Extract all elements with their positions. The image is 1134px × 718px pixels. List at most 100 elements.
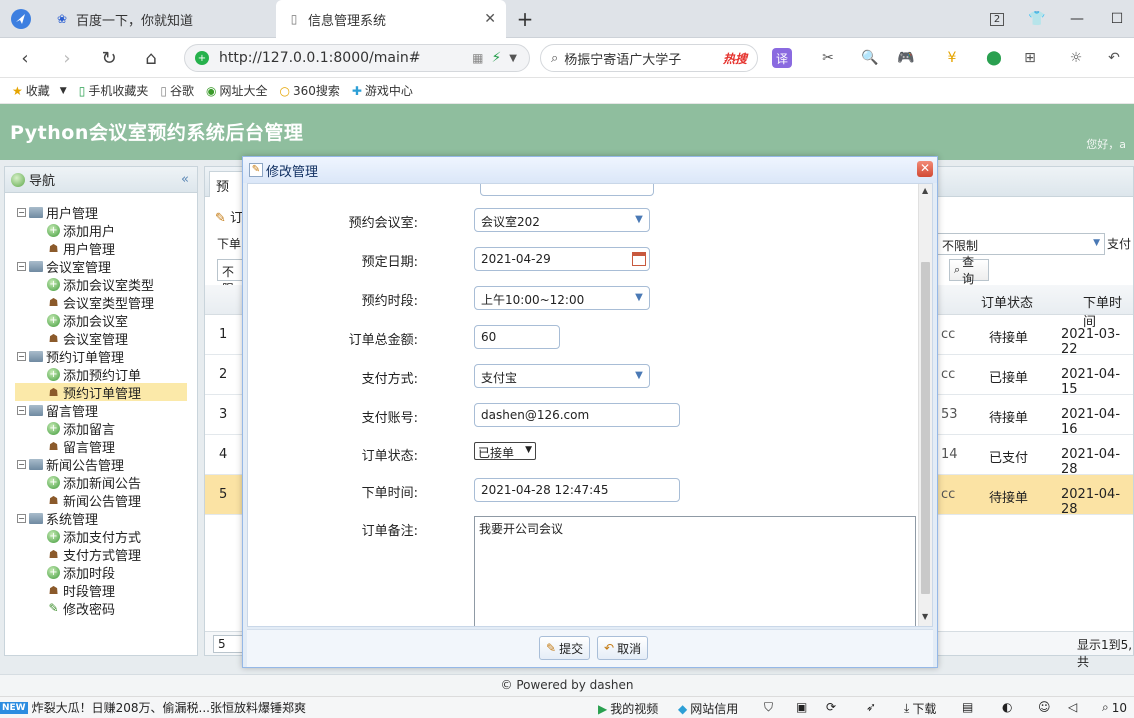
collapse-toggle-icon[interactable]: − <box>17 351 26 361</box>
my-videos[interactable]: ▶ 我的视频 <box>598 700 658 717</box>
scissors-icon[interactable]: ✂ <box>816 46 840 70</box>
grid-icon[interactable]: ⊞ <box>1018 46 1042 70</box>
collapse-toggle-icon[interactable]: − <box>17 261 26 271</box>
shield-icon[interactable]: ⛉ <box>764 700 773 715</box>
tree-group[interactable]: − 会议室管理 <box>17 257 111 276</box>
tree-group[interactable]: − 留言管理 <box>17 401 98 420</box>
maximize-icon[interactable]: ☐ <box>1104 6 1130 32</box>
room-select[interactable]: 会议室202 ▼ <box>474 208 650 232</box>
collapse-toggle-icon[interactable]: − <box>17 513 26 523</box>
tree-group[interactable]: − 预约订单管理 <box>17 347 124 366</box>
tab-info-system[interactable]: ▯ 信息管理系统 ✕ <box>276 0 506 38</box>
tree-group[interactable]: − 系统管理 <box>17 509 98 528</box>
reload-icon[interactable]: ↻ <box>96 45 122 71</box>
tree-item[interactable]: ☗ 新闻公告管理 <box>47 491 141 510</box>
scroll-up-icon[interactable]: ▲ <box>922 186 928 195</box>
search-box[interactable]: ⌕ 杨振宁寄语广大学子 热搜 <box>540 44 758 72</box>
account-label: 支付账号: <box>361 411 418 426</box>
toolbar-edit[interactable]: ✎ 订 <box>215 207 243 226</box>
amount-input[interactable]: 60 <box>474 325 560 349</box>
status-select[interactable]: 已接单 ▼ <box>474 442 536 460</box>
image-icon[interactable]: ▣ <box>796 700 807 714</box>
coin-icon[interactable]: ¥ <box>940 46 964 70</box>
submit-button[interactable]: ✎ 提交 <box>539 636 591 660</box>
query-button[interactable]: ⌕ 查询 <box>949 255 989 286</box>
collapse-toggle-icon[interactable]: − <box>17 459 26 469</box>
rocket-icon[interactable]: ➶ <box>866 700 876 714</box>
qr-icon[interactable]: ▦ <box>472 51 483 65</box>
user-icon[interactable]: ☺ <box>1038 700 1051 714</box>
tree-item[interactable]: ☗ 时段管理 <box>47 581 115 600</box>
browser-logo-icon[interactable] <box>8 6 34 32</box>
brightness-icon[interactable]: ☼ <box>1064 46 1088 70</box>
tree-item[interactable]: + 添加会议室 <box>47 311 128 330</box>
translate-icon[interactable]: 译 <box>772 48 792 68</box>
magnifier-icon[interactable]: 🔍 <box>858 46 882 70</box>
cancel-button[interactable]: ↶ 取消 <box>597 636 649 660</box>
remark-textarea[interactable]: 我要开公司会议 <box>474 516 916 626</box>
volume-icon[interactable]: ◁ <box>1068 700 1077 714</box>
partial-field[interactable] <box>480 184 654 196</box>
tree-item[interactable]: + 添加用户 <box>47 221 115 240</box>
status-filter-select[interactable]: 不限制 ▼ <box>935 233 1105 255</box>
tree-item[interactable]: ☗ 会议室类型管理 <box>47 293 154 312</box>
tree-item[interactable]: ✎ 修改密码 <box>47 599 115 618</box>
tree-group[interactable]: − 用户管理 <box>17 203 98 222</box>
tree-item[interactable]: + 添加留言 <box>47 419 115 438</box>
date-input[interactable]: 2021-04-29 <box>474 247 650 271</box>
tree-item[interactable]: + 添加支付方式 <box>47 527 142 546</box>
tree-item[interactable]: ☗ 预约订单管理 <box>15 383 187 402</box>
dialog-scrollbar[interactable]: ▲ ▼ <box>918 184 932 626</box>
tab-baidu[interactable]: ❀ 百度一下，你就知道 <box>44 0 274 38</box>
scroll-thumb[interactable] <box>921 262 930 594</box>
tree-item[interactable]: ☗ 会议室管理 <box>47 329 128 348</box>
lightning-icon[interactable]: ⚡ <box>491 50 501 66</box>
chevron-down-icon[interactable]: ▼ <box>509 53 517 64</box>
tree-item[interactable]: ☗ 用户管理 <box>47 239 115 258</box>
account-input[interactable]: dashen@126.com <box>474 403 680 427</box>
download[interactable]: ⤓ 下载 <box>904 700 936 717</box>
scroll-down-icon[interactable]: ▼ <box>922 612 928 621</box>
undo-icon[interactable]: ↶ <box>1102 46 1126 70</box>
tool-icon[interactable]: ◐ <box>1002 700 1012 714</box>
minimize-icon[interactable]: — <box>1064 6 1090 32</box>
site-credit[interactable]: ◆ 网站信用 <box>678 700 738 717</box>
slot-select[interactable]: 上午10:00~12:00 ▼ <box>474 286 650 310</box>
order-time-input[interactable]: 2021-04-28 12:47:45 <box>474 478 680 502</box>
refresh-icon[interactable]: ⟳ <box>826 700 836 714</box>
back-icon[interactable]: ‹ <box>12 45 38 71</box>
collapse-icon[interactable]: « <box>181 172 189 187</box>
shield-check-icon[interactable]: ⬤ <box>982 46 1006 70</box>
bookmark-favorites[interactable]: ★ 收藏 ▼ <box>12 82 67 99</box>
window-count-badge[interactable]: 2 <box>984 6 1010 32</box>
bookmark-360[interactable]: ○ 360搜索 <box>279 82 339 99</box>
address-bar[interactable]: + http://127.0.0.1:8000/main# ▦ ⚡ ▼ <box>184 44 530 72</box>
bookmark-games[interactable]: ✚ 游戏中心 <box>352 82 413 99</box>
tree-item[interactable]: + 添加时段 <box>47 563 115 582</box>
new-tab-button[interactable]: + <box>512 6 538 32</box>
bookmark-sites[interactable]: ◉ 网址大全 <box>206 82 268 99</box>
chevron-down-icon[interactable]: ▼ <box>60 86 67 96</box>
zoom[interactable]: ⌕ 10 <box>1102 700 1127 715</box>
close-icon[interactable]: ✕ <box>917 161 933 177</box>
tree-item-label: 添加支付方式 <box>63 530 142 546</box>
tree-group[interactable]: − 新闻公告管理 <box>17 455 124 474</box>
tree-item[interactable]: ☗ 留言管理 <box>47 437 115 456</box>
tree-item[interactable]: + 添加新闻公告 <box>47 473 141 492</box>
gamepad-icon[interactable]: 🎮 <box>894 46 918 70</box>
tree-item[interactable]: ☗ 支付方式管理 <box>47 545 141 564</box>
app-icon[interactable]: ▤ <box>962 700 973 714</box>
bookmark-mobile[interactable]: ▯ 手机收藏夹 <box>79 82 149 99</box>
news-ticker[interactable]: 炸裂大瓜！日赚208万、偷漏税...张恒放料爆锤郑爽 <box>32 699 306 716</box>
bookmark-google[interactable]: ▯ 谷歌 <box>160 82 194 99</box>
forward-icon[interactable]: › <box>54 45 80 71</box>
tree-item[interactable]: + 添加预约订单 <box>47 365 141 384</box>
home-icon[interactable]: ⌂ <box>138 45 164 71</box>
calendar-icon[interactable] <box>632 252 646 266</box>
collapse-toggle-icon[interactable]: − <box>17 207 26 217</box>
skin-icon[interactable]: 👕 <box>1024 6 1050 32</box>
pay-method-select[interactable]: 支付宝 ▼ <box>474 364 650 388</box>
close-tab-icon[interactable]: ✕ <box>484 11 496 27</box>
collapse-toggle-icon[interactable]: − <box>17 405 26 415</box>
tree-item[interactable]: + 添加会议室类型 <box>47 275 154 294</box>
